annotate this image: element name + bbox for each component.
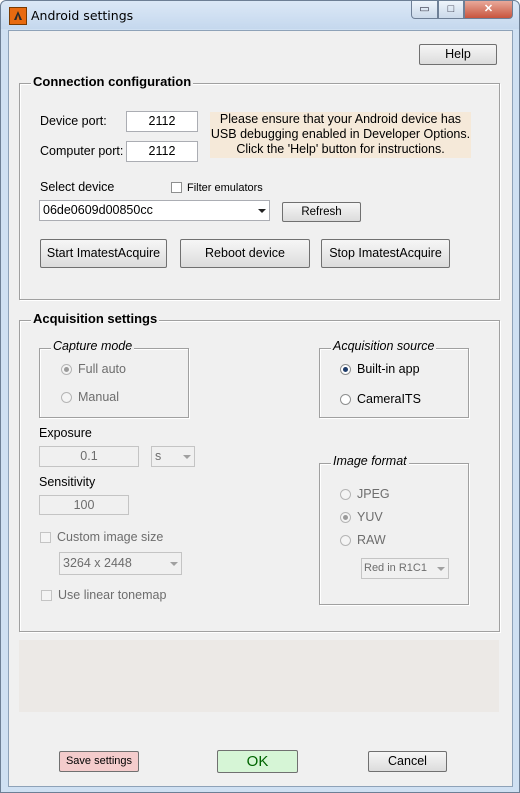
save-settings-button[interactable]: Save settings <box>59 751 139 772</box>
minimize-icon: ▭ <box>419 3 430 15</box>
title-bar[interactable]: Android settings ▭ □ ✕ <box>1 1 519 29</box>
start-imatestacquire-button[interactable]: Start ImatestAcquire <box>40 239 167 268</box>
notice-line: Please ensure that your Android device h… <box>219 112 462 126</box>
select-device-label: Select device <box>40 180 115 194</box>
window: Android settings ▭ □ ✕ Help Connection c… <box>0 0 520 793</box>
refresh-button[interactable]: Refresh <box>282 202 361 222</box>
image-format-title: Image format <box>331 454 409 468</box>
ok-button[interactable]: OK <box>217 750 298 773</box>
jpeg-label: JPEG <box>357 487 390 501</box>
exposure-unit-select[interactable]: s <box>151 446 195 467</box>
dialog-body: Help Connection configuration Device por… <box>8 30 513 787</box>
chevron-down-icon <box>170 561 178 566</box>
maximize-button[interactable]: □ <box>438 1 464 19</box>
exposure-input[interactable]: 0.1 <box>39 446 139 467</box>
capture-mode-group <box>39 348 189 418</box>
device-select[interactable]: 06de0609d00850cc <box>39 200 270 221</box>
notice-line: Click the 'Help' button for instructions… <box>236 142 445 156</box>
chevron-down-icon <box>437 566 445 571</box>
built-in-app-label: Built-in app <box>357 362 420 376</box>
yuv-label: YUV <box>357 510 383 524</box>
stop-imatestacquire-button[interactable]: Stop ImatestAcquire <box>321 239 450 268</box>
filter-emulators-checkbox[interactable] <box>171 182 182 193</box>
camerats-label: CameraITS <box>357 392 421 406</box>
acquisition-panel-title: Acquisition settings <box>31 311 160 326</box>
linear-tonemap-label: Use linear tonemap <box>58 588 167 602</box>
built-in-app-radio[interactable] <box>340 364 351 375</box>
camerats-radio[interactable] <box>340 394 351 405</box>
capture-mode-title: Capture mode <box>51 339 135 353</box>
raw-label: RAW <box>357 533 386 547</box>
connection-panel-title: Connection configuration <box>31 74 194 89</box>
reboot-device-button[interactable]: Reboot device <box>180 239 310 268</box>
matlab-logo-icon <box>9 7 27 25</box>
raw-radio[interactable] <box>340 535 351 546</box>
yuv-radio[interactable] <box>340 512 351 523</box>
notice-line: USB debugging enabled in Developer Optio… <box>210 127 471 141</box>
close-button[interactable]: ✕ <box>464 1 513 19</box>
device-port-input[interactable]: 2112 <box>126 111 198 132</box>
computer-port-label: Computer port: <box>40 144 124 158</box>
acquisition-source-title: Acquisition source <box>331 339 437 353</box>
linear-tonemap-checkbox[interactable] <box>41 590 52 601</box>
raw-channel-select[interactable]: Red in R1C1 <box>361 558 449 579</box>
custom-image-size-label: Custom image size <box>57 530 164 544</box>
status-area <box>19 640 499 712</box>
full-auto-radio[interactable] <box>61 364 72 375</box>
jpeg-radio[interactable] <box>340 489 351 500</box>
acquisition-source-group <box>319 348 469 418</box>
device-port-label: Device port: <box>40 114 107 128</box>
custom-image-size-checkbox[interactable] <box>40 532 51 543</box>
manual-radio[interactable] <box>61 392 72 403</box>
help-button[interactable]: Help <box>419 44 497 65</box>
chevron-down-icon <box>258 208 266 213</box>
minimize-button[interactable]: ▭ <box>411 1 438 19</box>
sensitivity-label: Sensitivity <box>39 475 96 489</box>
exposure-label: Exposure <box>39 426 92 440</box>
image-size-value: 3264 x 2448 <box>63 556 132 570</box>
raw-channel-value: Red in R1C1 <box>364 562 427 574</box>
cancel-button[interactable]: Cancel <box>368 751 447 772</box>
image-format-group <box>319 463 469 605</box>
full-auto-label: Full auto <box>78 362 126 376</box>
maximize-icon: □ <box>447 3 455 15</box>
exposure-unit-value: s <box>155 449 162 463</box>
manual-label: Manual <box>78 390 119 404</box>
filter-emulators-label: Filter emulators <box>187 182 263 194</box>
usb-debugging-notice: Please ensure that your Android device h… <box>210 112 471 158</box>
chevron-down-icon <box>183 454 191 459</box>
window-title: Android settings <box>31 8 134 23</box>
sensitivity-input[interactable]: 100 <box>39 495 129 515</box>
close-icon: ✕ <box>483 3 494 15</box>
image-size-select[interactable]: 3264 x 2448 <box>59 552 182 575</box>
device-select-value: 06de0609d00850cc <box>43 203 153 217</box>
computer-port-input[interactable]: 2112 <box>126 141 198 162</box>
